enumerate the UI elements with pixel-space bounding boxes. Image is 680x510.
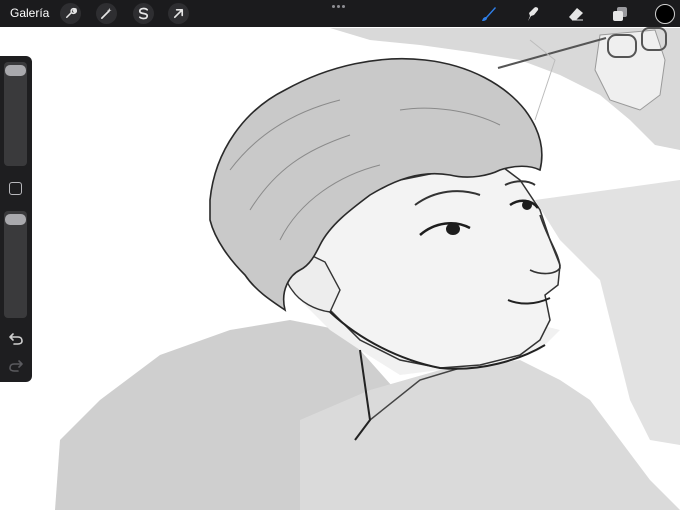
brush-size-handle[interactable] xyxy=(5,65,26,76)
top-toolbar: Galería xyxy=(0,0,680,27)
eraser-icon[interactable] xyxy=(566,4,586,24)
brush-icon[interactable] xyxy=(479,4,499,24)
opacity-handle[interactable] xyxy=(5,214,26,225)
brush-size-slider[interactable] xyxy=(4,62,27,166)
left-sidebar xyxy=(0,56,32,382)
undo-arrow-icon[interactable] xyxy=(8,332,24,346)
magic-wand-icon[interactable] xyxy=(96,3,117,24)
wrench-icon[interactable] xyxy=(60,3,81,24)
layers-icon[interactable] xyxy=(610,4,630,24)
smudge-icon[interactable] xyxy=(523,4,543,24)
selection-s-icon[interactable] xyxy=(133,3,154,24)
redo-arrow-icon[interactable] xyxy=(8,359,24,373)
transform-arrow-icon[interactable] xyxy=(168,3,189,24)
color-picker-button[interactable] xyxy=(655,4,675,24)
gallery-button[interactable]: Galería xyxy=(10,7,49,20)
opacity-slider[interactable] xyxy=(4,211,27,318)
modifier-square-icon[interactable] xyxy=(9,182,22,195)
drawing-canvas[interactable] xyxy=(0,0,680,510)
more-dots-icon[interactable] xyxy=(332,5,345,8)
